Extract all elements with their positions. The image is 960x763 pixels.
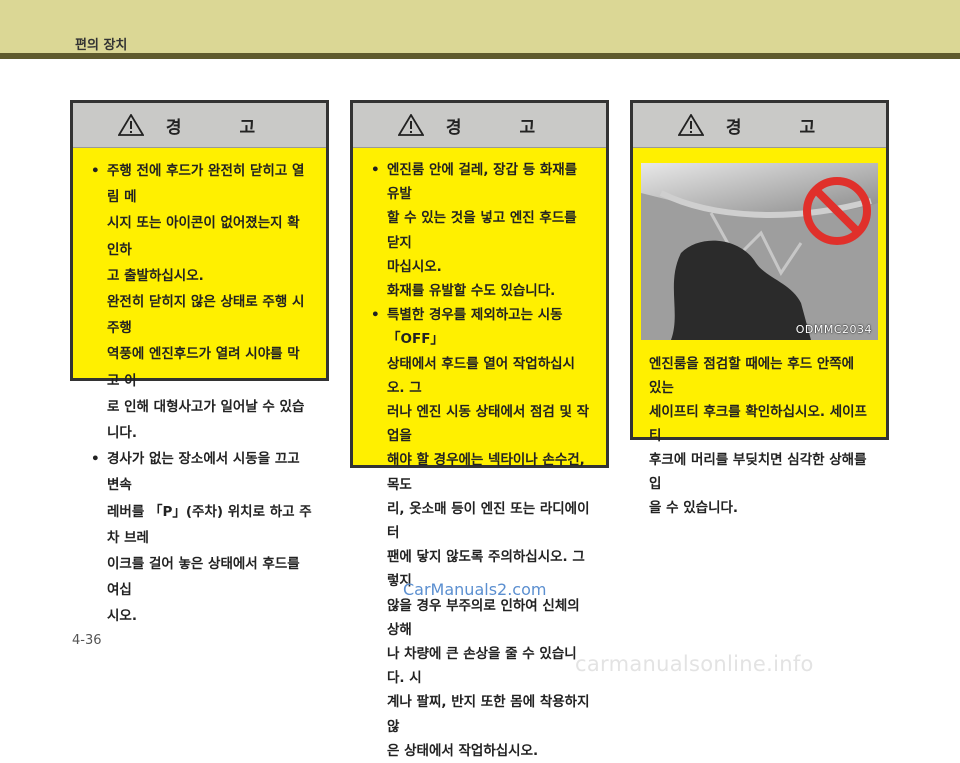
image-code: ODMMC2034 — [795, 323, 872, 336]
text-line: 상태에서 후드를 열어 작업하십시오. 그 — [387, 355, 575, 396]
text-line: 특별한 경우를 제외하고는 시동 「OFF」 — [387, 307, 563, 348]
text-line: 마십시오. — [387, 258, 442, 275]
text-line: 시오. — [107, 608, 137, 625]
watermark-link[interactable]: CarManuals2.com — [403, 580, 546, 599]
hood-scene-image — [641, 163, 878, 340]
text-line: 고 출발하십시오. — [107, 267, 204, 284]
warning-box-3: 경 고 ODMMC2034 엔진룸을 점검할 때에는 후드 안쪽에 있는 세이프… — [630, 100, 889, 516]
warning-body: 주행 전에 후드가 완전히 닫히고 열림 메 시지 또는 아이콘이 없어졌는지 … — [73, 148, 326, 630]
header-band — [0, 0, 960, 53]
text-line: 역풍에 엔진후드가 열려 시야를 막고 이 — [107, 346, 300, 389]
text-line: 해야 할 경우에는 넥타이나 손수건, 목도 — [387, 452, 585, 493]
warning-item: 주행 전에 후드가 완전히 닫히고 열림 메 시지 또는 아이콘이 없어졌는지 … — [87, 158, 312, 446]
warning-box-1: 경 고 주행 전에 후드가 완전히 닫히고 열림 메 시지 또는 아이콘이 없어… — [70, 100, 329, 624]
text-line: 레버를 「P」(주차) 위치로 하고 주차 브레 — [107, 503, 312, 546]
warning-triangle-icon — [677, 114, 704, 136]
hood-hook-illustration: ODMMC2034 — [641, 163, 878, 340]
warning-body: 엔진룸 안에 걸레, 장갑 등 화재를 유발 할 수 있는 것을 넣고 엔진 후… — [353, 148, 606, 763]
text-line: 경사가 없는 장소에서 시동을 끄고 변속 — [107, 451, 300, 494]
text-line: 이크를 걸어 놓은 상태에서 후드를 여십 — [107, 556, 300, 599]
text-line: 은 상태에서 작업하십시오. — [387, 742, 539, 759]
warning-triangle-icon — [397, 114, 424, 136]
text-line: 주행 전에 후드가 완전히 닫히고 열림 메 — [107, 163, 305, 206]
warning-item: 특별한 경우를 제외하고는 시동 「OFF」 상태에서 후드를 열어 작업하십시… — [367, 303, 592, 763]
warning-box-2: 경 고 엔진룸 안에 걸레, 장갑 등 화재를 유발 할 수 있는 것을 넣고 … — [350, 100, 609, 759]
text-line: 러나 엔진 시동 상태에서 점검 및 작업을 — [387, 404, 590, 445]
text-line: 나 차량에 큰 손상을 줄 수 있습니다. 시 — [387, 646, 577, 687]
text-line: 않을 경우 부주의로 인하여 신체의 상해 — [387, 597, 580, 638]
text-line: 리, 옷소매 등이 엔진 또는 라디에이터 — [387, 500, 590, 542]
text-line: 을 수 있습니다. — [649, 500, 739, 516]
text-line: 할 수 있는 것을 넣고 엔진 후드를 닫지 — [387, 210, 577, 251]
text-line: 엔진룸 안에 걸레, 장갑 등 화재를 유발 — [387, 162, 578, 203]
warning-item: 경사가 없는 장소에서 시동을 끄고 변속 레버를 「P」(주차) 위치로 하고… — [87, 446, 312, 629]
header-rule — [0, 53, 960, 59]
warning-header: 경 고 — [633, 103, 886, 148]
warning-header: 경 고 — [73, 103, 326, 148]
page-number: 4-36 — [72, 633, 102, 648]
warning-title: 경 고 — [725, 117, 842, 138]
text-line: 완전히 닫히지 않은 상태로 주행 시 주행 — [107, 294, 305, 337]
text-line: 화재를 유발할 수도 있습니다. — [387, 283, 556, 300]
text-line: 로 인해 대형사고가 일어날 수 있습니다. — [107, 398, 305, 442]
text-line: 후크에 머리를 부딪치면 심각한 상해를 입 — [649, 452, 867, 492]
warning-caption: 엔진룸을 점검할 때에는 후드 안쪽에 있는 세이프티 후크를 확인하십시오. … — [633, 340, 886, 520]
text-line: 세이프티 후크를 확인하십시오. 세이프티 — [649, 404, 867, 444]
text-line: 계나 팔찌, 반지 또한 몸에 착용하지 않 — [387, 694, 590, 735]
warning-triangle-icon — [117, 114, 144, 136]
warning-title: 경 고 — [165, 117, 282, 138]
text-line: 시지 또는 아이콘이 없어졌는지 확인하 — [107, 215, 300, 258]
warning-header: 경 고 — [353, 103, 606, 148]
warning-item: 엔진룸 안에 걸레, 장갑 등 화재를 유발 할 수 있는 것을 넣고 엔진 후… — [367, 158, 592, 303]
section-title: 편의 장치 — [75, 38, 128, 53]
text-line: 엔진룸을 점검할 때에는 후드 안쪽에 있는 — [649, 356, 855, 396]
warning-title: 경 고 — [445, 117, 562, 138]
footer-site-watermark: carmanualsonline.info — [575, 652, 814, 676]
